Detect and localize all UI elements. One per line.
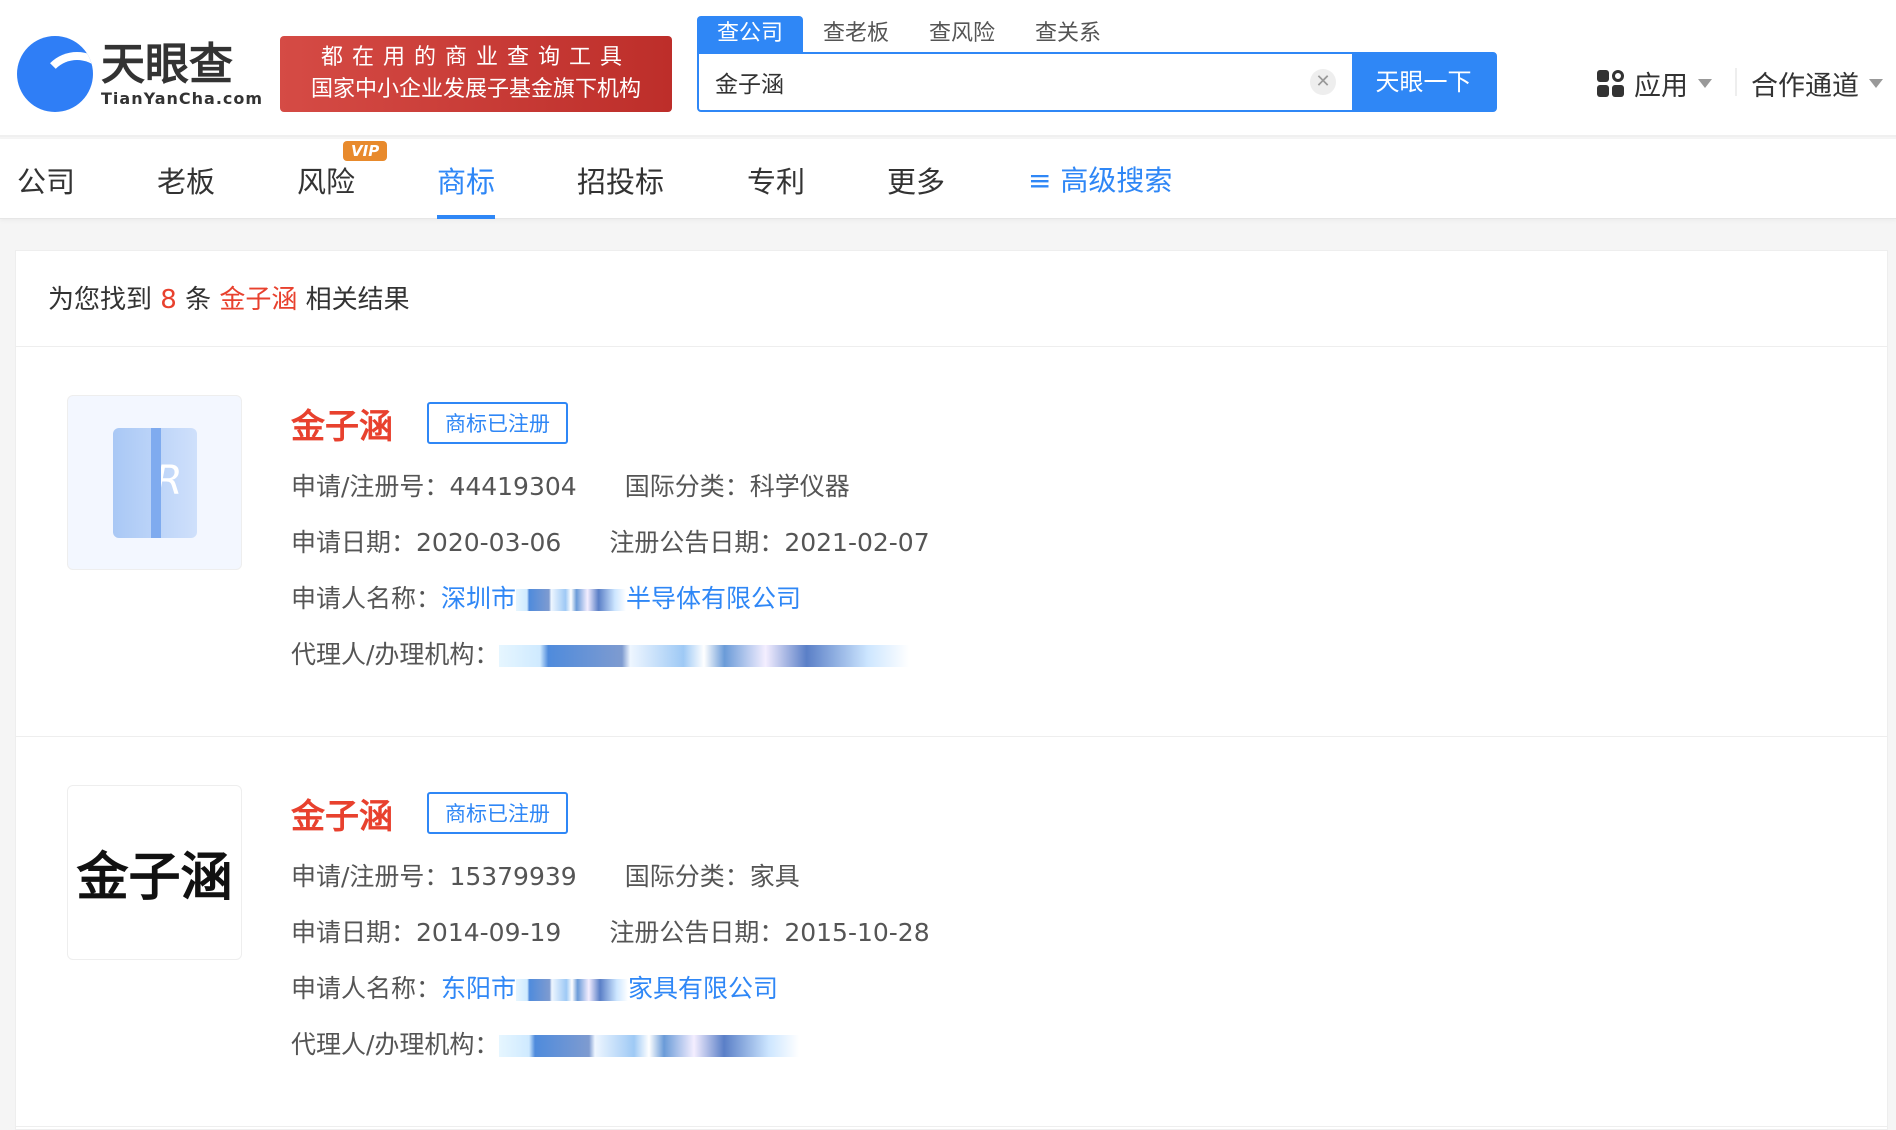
- label: 注册公告日期：: [609, 528, 785, 557]
- advanced-search-link[interactable]: ≡ 高级搜索: [1028, 159, 1172, 199]
- label: 申请/注册号：: [291, 862, 450, 891]
- applicant-link[interactable]: 深圳市 半导体有限公司: [441, 584, 801, 613]
- label: 注册公告日期：: [609, 918, 785, 947]
- intl-class: 科学仪器: [749, 472, 850, 501]
- applicant-link[interactable]: 东阳市 家具有限公司: [441, 974, 778, 1003]
- apply-date: 2014-09-19: [416, 918, 562, 947]
- trademark-row: 金子涵 金子涵 商标已注册 申请/注册号：15379939 国际分类：家具 申请日期…: [16, 737, 1887, 1127]
- banner-line1: 都在用的商业查询工具: [320, 45, 631, 70]
- nav-more[interactable]: 更多: [887, 159, 945, 219]
- apps-label: 应用: [1634, 71, 1688, 102]
- caret-down-icon: [1869, 79, 1883, 88]
- reg-no: 44419304: [449, 472, 577, 501]
- label: 申请/注册号：: [291, 472, 450, 501]
- advanced-search-label: 高级搜索: [1060, 164, 1173, 197]
- summary-prefix: 为您找到: [48, 285, 153, 315]
- pub-date: 2021-02-07: [784, 528, 930, 557]
- logo-icon: [17, 36, 93, 112]
- trademark-thumbnail[interactable]: 金子涵: [67, 785, 242, 960]
- pub-date: 2015-10-28: [784, 918, 930, 947]
- label: 国际分类：: [624, 862, 750, 891]
- trademark-name[interactable]: 金子涵: [291, 399, 393, 448]
- redacted-agent: [499, 645, 910, 667]
- label: 代理人/办理机构：: [291, 1030, 500, 1059]
- partner-label: 合作通道: [1751, 71, 1859, 102]
- trademark-placeholder-icon: R: [112, 427, 197, 538]
- reg-no: 15379939: [449, 862, 577, 891]
- logo-cn: 天眼查: [101, 38, 233, 90]
- search-input[interactable]: [699, 54, 1310, 110]
- applicant-pre: 东阳市: [441, 974, 517, 1003]
- trademark-name[interactable]: 金子涵: [291, 789, 393, 838]
- search-tabs: 查公司 查老板 查风险 查关系: [697, 16, 1121, 52]
- summary-suffix: 相关结果: [305, 285, 410, 315]
- partner-menu[interactable]: 合作通道: [1751, 64, 1883, 103]
- nav-company[interactable]: 公司: [17, 159, 75, 219]
- vip-badge: VIP: [343, 141, 388, 161]
- promo-banner[interactable]: 都在用的商业查询工具 国家中小企业发展子基金旗下机构: [280, 36, 672, 112]
- banner-line2: 国家中小企业发展子基金旗下机构: [310, 77, 641, 102]
- summary-unit: 条: [185, 285, 212, 315]
- apps-icon: [1597, 70, 1624, 97]
- label: 代理人/办理机构：: [291, 640, 500, 669]
- applicant-pre: 深圳市: [441, 584, 517, 613]
- intl-class: 家具: [749, 862, 800, 891]
- nav-risk[interactable]: 风险: [297, 159, 355, 219]
- logo-en: TianYanCha.com: [101, 88, 264, 108]
- results-card: 为您找到 8 条 金子涵 相关结果 R 金子涵 商标已注册 申请/注册号：4441…: [15, 250, 1888, 1130]
- search-tab-boss[interactable]: 查老板: [803, 16, 909, 52]
- label: 申请人名称：: [291, 584, 442, 613]
- applicant-post: 半导体有限公司: [626, 584, 802, 613]
- label: 申请人名称：: [291, 974, 442, 1003]
- category-nav: 公司 老板 风险 VIP 商标 招投标 专利 更多 ≡ 高级搜索: [0, 139, 1896, 219]
- nav-bidding[interactable]: 招投标: [577, 159, 664, 219]
- search-tab-risk[interactable]: 查风险: [909, 16, 1015, 52]
- divider: [1735, 68, 1737, 96]
- nav-patent[interactable]: 专利: [747, 159, 805, 219]
- search-tab-relation[interactable]: 查关系: [1015, 16, 1121, 52]
- status-badge: 商标已注册: [427, 792, 568, 834]
- result-summary: 为您找到 8 条 金子涵 相关结果: [16, 251, 1887, 347]
- nav-boss[interactable]: 老板: [157, 159, 215, 219]
- redacted-agent: [499, 1035, 800, 1057]
- label: 国际分类：: [624, 472, 750, 501]
- result-count: 8: [160, 285, 177, 315]
- applicant-post: 家具有限公司: [628, 974, 779, 1003]
- filter-search-icon: ≡: [1028, 164, 1052, 197]
- redacted-text: [516, 589, 627, 611]
- search-box: ✕ 天眼一下: [697, 52, 1497, 112]
- clear-icon[interactable]: ✕: [1310, 69, 1336, 95]
- redacted-text: [516, 979, 629, 1001]
- summary-keyword: 金子涵: [219, 285, 298, 315]
- search-button[interactable]: 天眼一下: [1352, 54, 1495, 110]
- header: 天眼查 TianYanCha.com 都在用的商业查询工具 国家中小企业发展子基…: [0, 0, 1896, 137]
- trademark-row: R 金子涵 商标已注册 申请/注册号：44419304 国际分类：科学仪器 申请日期…: [16, 347, 1887, 737]
- search-tab-company[interactable]: 查公司: [697, 16, 804, 52]
- apply-date: 2020-03-06: [416, 528, 562, 557]
- logo[interactable]: 天眼查 TianYanCha.com: [17, 36, 263, 112]
- trademark-thumbnail[interactable]: R: [67, 395, 242, 570]
- label: 申请日期：: [291, 918, 417, 947]
- status-badge: 商标已注册: [427, 402, 568, 444]
- label: 申请日期：: [291, 528, 417, 557]
- caret-down-icon: [1698, 79, 1712, 88]
- nav-trademark[interactable]: 商标: [437, 159, 496, 219]
- apps-menu[interactable]: 应用: [1597, 64, 1712, 103]
